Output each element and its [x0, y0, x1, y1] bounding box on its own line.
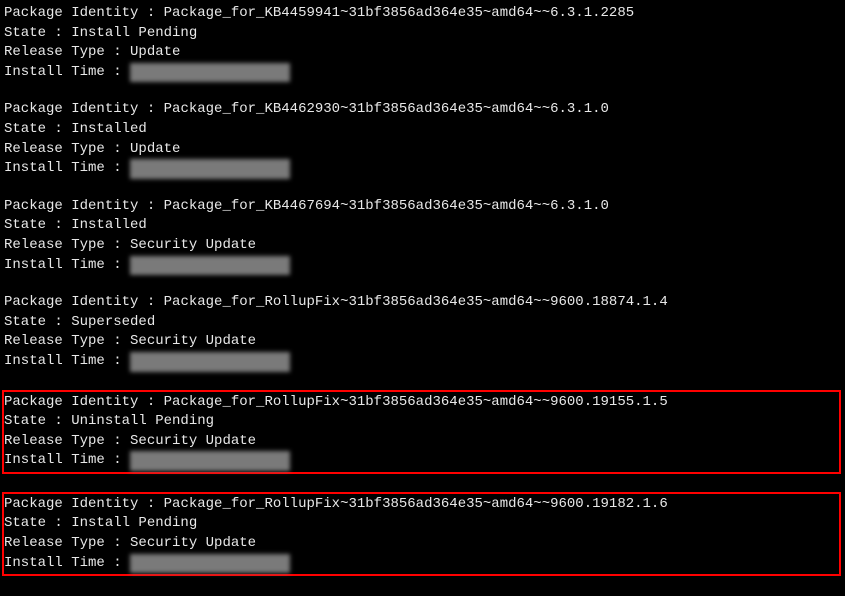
- release-type-value: Update: [130, 44, 180, 60]
- release-type-label: Release Type :: [4, 535, 130, 551]
- state-value: Installed: [71, 121, 147, 137]
- install-time-value-redacted: XX/XX/XXXX / XX: XX: [130, 256, 290, 276]
- install-time-value-redacted: XX/XX/XXXX / XX: XX: [130, 451, 290, 471]
- release-type-line: Release Type : Update: [4, 140, 845, 160]
- state-label: State :: [4, 121, 71, 137]
- package-block: Package Identity : Package_for_KB4462930…: [4, 100, 845, 178]
- package-identity-line: Package Identity : Package_for_RollupFix…: [4, 495, 839, 515]
- install-time-label: Install Time :: [4, 353, 130, 369]
- package-block: Package Identity : Package_for_RollupFix…: [2, 390, 841, 474]
- release-type-value: Security Update: [130, 535, 256, 551]
- state-label: State :: [4, 217, 71, 233]
- release-type-label: Release Type :: [4, 433, 130, 449]
- release-type-value: Security Update: [130, 433, 256, 449]
- release-type-line: Release Type : Security Update: [4, 432, 839, 452]
- release-type-line: Release Type : Security Update: [4, 236, 845, 256]
- install-time-label: Install Time :: [4, 257, 130, 273]
- release-type-label: Release Type :: [4, 237, 130, 253]
- install-time-value-redacted: XX/XX/XXXX / XX: XX: [130, 352, 290, 372]
- install-time-value-redacted: XX/XX/XXXX / XX: XX: [130, 63, 290, 83]
- state-line: State : Superseded: [4, 313, 845, 333]
- package-identity-value: Package_for_KB4462930~31bf3856ad364e35~a…: [164, 101, 609, 117]
- release-type-label: Release Type :: [4, 333, 130, 349]
- package-identity-line: Package Identity : Package_for_KB4459941…: [4, 4, 845, 24]
- release-type-label: Release Type :: [4, 141, 130, 157]
- release-type-label: Release Type :: [4, 44, 130, 60]
- state-label: State :: [4, 25, 71, 41]
- install-time-value-redacted: XX/XX/XXXX / XX: XX: [130, 554, 290, 574]
- install-time-label: Install Time :: [4, 452, 130, 468]
- state-line: State : Installed: [4, 120, 845, 140]
- install-time-label: Install Time :: [4, 555, 130, 571]
- package-block: Package Identity : Package_for_KB4459941…: [4, 4, 845, 82]
- install-time-line: Install Time : XX/XX/XXXX / XX: XX: [4, 451, 839, 471]
- package-identity-value: Package_for_KB4459941~31bf3856ad364e35~a…: [164, 5, 634, 21]
- package-identity-label: Package Identity :: [4, 496, 164, 512]
- release-type-value: Update: [130, 141, 180, 157]
- package-identity-label: Package Identity :: [4, 394, 164, 410]
- terminal-output: Package Identity : Package_for_KB4459941…: [4, 4, 845, 576]
- package-identity-label: Package Identity :: [4, 101, 164, 117]
- package-identity-value: Package_for_RollupFix~31bf3856ad364e35~a…: [164, 394, 668, 410]
- release-type-value: Security Update: [130, 333, 256, 349]
- state-label: State :: [4, 515, 71, 531]
- state-value: Installed: [71, 217, 147, 233]
- install-time-line: Install Time : XX/XX/XXXX / XX: XX: [4, 554, 839, 574]
- package-identity-label: Package Identity :: [4, 5, 164, 21]
- package-identity-label: Package Identity :: [4, 198, 164, 214]
- release-type-value: Security Update: [130, 237, 256, 253]
- state-line: State : Installed: [4, 216, 845, 236]
- state-value: Superseded: [71, 314, 155, 330]
- install-time-line: Install Time : XX/XX/XXXX / XX: XX: [4, 159, 845, 179]
- state-line: State : Install Pending: [4, 24, 845, 44]
- state-line: State : Install Pending: [4, 514, 839, 534]
- state-value: Uninstall Pending: [71, 413, 214, 429]
- install-time-line: Install Time : XX/XX/XXXX / XX: XX: [4, 352, 845, 372]
- package-identity-line: Package Identity : Package_for_RollupFix…: [4, 393, 839, 413]
- package-block: Package Identity : Package_for_RollupFix…: [2, 492, 841, 576]
- install-time-label: Install Time :: [4, 160, 130, 176]
- release-type-line: Release Type : Security Update: [4, 534, 839, 554]
- package-identity-line: Package Identity : Package_for_KB4462930…: [4, 100, 845, 120]
- package-identity-value: Package_for_RollupFix~31bf3856ad364e35~a…: [164, 294, 668, 310]
- package-block: Package Identity : Package_for_RollupFix…: [4, 293, 845, 371]
- install-time-line: Install Time : XX/XX/XXXX / XX: XX: [4, 256, 845, 276]
- state-value: Install Pending: [71, 25, 197, 41]
- package-block: Package Identity : Package_for_KB4467694…: [4, 197, 845, 275]
- release-type-line: Release Type : Security Update: [4, 332, 845, 352]
- package-identity-line: Package Identity : Package_for_KB4467694…: [4, 197, 845, 217]
- package-identity-line: Package Identity : Package_for_RollupFix…: [4, 293, 845, 313]
- package-identity-label: Package Identity :: [4, 294, 164, 310]
- install-time-line: Install Time : XX/XX/XXXX / XX: XX: [4, 63, 845, 83]
- release-type-line: Release Type : Update: [4, 43, 845, 63]
- state-value: Install Pending: [71, 515, 197, 531]
- state-line: State : Uninstall Pending: [4, 412, 839, 432]
- package-identity-value: Package_for_RollupFix~31bf3856ad364e35~a…: [164, 496, 668, 512]
- state-label: State :: [4, 314, 71, 330]
- package-identity-value: Package_for_KB4467694~31bf3856ad364e35~a…: [164, 198, 609, 214]
- state-label: State :: [4, 413, 71, 429]
- install-time-label: Install Time :: [4, 64, 130, 80]
- install-time-value-redacted: XX/XX/XXXX / XX: XX: [130, 159, 290, 179]
